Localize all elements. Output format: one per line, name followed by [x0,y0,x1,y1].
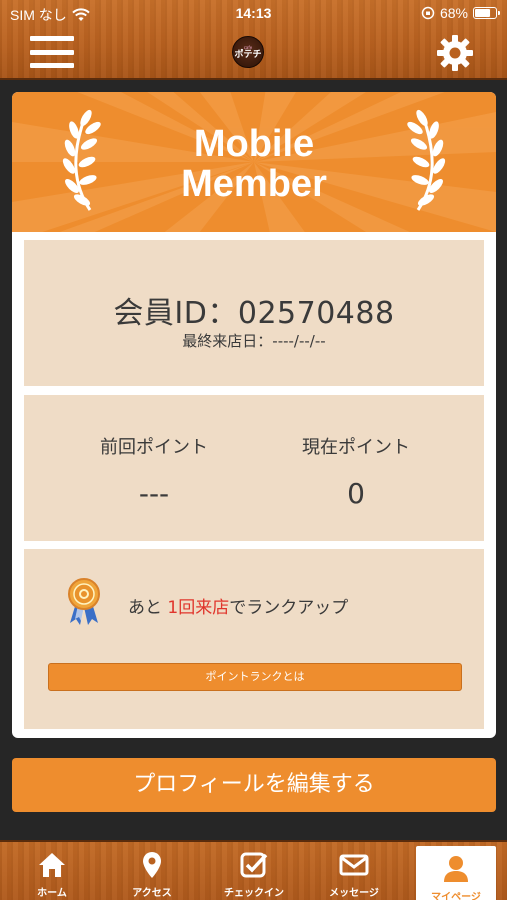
battery-percent: 68% [439,5,468,21]
member-card: Mobile Member 会員ID：02570488 最終来店日：----/-… [12,92,496,738]
points-panel: 前回ポイント --- 現在ポイント 0 [24,395,484,541]
medal-icon [68,578,100,625]
tab-checkin[interactable]: チェックイン [212,842,296,900]
rank-panel: あと 1回来店でランクアップ ポイントランクとは [24,549,484,729]
current-points-label: 現在ポイント [302,437,410,458]
message-icon [339,854,369,876]
battery-icon [473,7,500,19]
settings-gear-icon[interactable] [435,33,475,73]
last-visit-date: 最終来店日：----/--/-- [182,332,326,350]
home-icon [39,853,65,877]
rank-up-message: あと 1回来店でランクアップ [128,593,348,618]
member-id-panel: 会員ID：02570488 最終来店日：----/--/-- [24,240,484,386]
status-right: 68% [421,5,500,21]
member-id: 会員ID：02570488 [113,296,395,331]
logo-main-text: ポテチ [234,49,262,60]
tab-message-label: メッセージ [329,888,379,899]
status-bar: SIM なし 14:13 68% [0,0,507,26]
menu-bar [30,63,74,68]
location-pin-icon [143,852,161,878]
tab-mypage[interactable]: マイページ [416,846,496,900]
tab-home-label: ホーム [37,888,67,899]
menu-button[interactable] [30,34,74,70]
previous-points-value: --- [138,477,170,510]
tab-message[interactable]: メッセージ [312,842,396,900]
menu-bar [30,49,74,55]
tab-checkin-label: チェックイン [224,888,284,899]
tab-access[interactable]: アクセス [110,842,194,900]
tab-home[interactable]: ホーム [10,842,94,900]
tab-access-label: アクセス [132,888,172,899]
current-points-value: 0 [347,477,365,510]
user-icon [444,856,468,882]
previous-points-label: 前回ポイント [100,437,208,458]
rank-suffix: でランクアップ [229,598,349,618]
tab-mypage-label: マイページ [431,892,481,900]
point-rank-info-button[interactable]: ポイントランクとは [48,663,462,691]
bottom-tab-bar: ホーム アクセス チェックイン メッセージ マイページ [0,840,507,900]
orientation-lock-icon [421,6,435,20]
member-banner: Mobile Member [12,92,496,232]
checkin-icon [240,852,268,878]
rank-prefix: あと [128,598,168,618]
previous-points: 前回ポイント --- [54,433,254,510]
current-points: 現在ポイント 0 [256,433,456,510]
laurel-right-icon [407,109,446,211]
app-header: SIM なし 14:13 68% cafe ポテチ [0,0,507,80]
edit-profile-button[interactable]: プロフィールを編集する [12,758,496,812]
cafe-logo: cafe ポテチ [232,36,264,68]
rank-visits-remaining: 1回来店 [167,598,230,618]
menu-bar [30,36,74,41]
